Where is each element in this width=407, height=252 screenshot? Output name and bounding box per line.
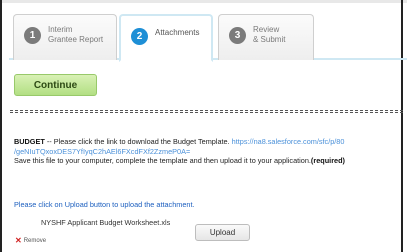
continue-button[interactable]: Continue [14,74,97,96]
tab-label: Interim Grantee Report [48,25,103,45]
tab-label-line2: Grantee Report [48,35,104,44]
remove-icon: ✕ [15,236,22,245]
upload-instruction: Please click on Upload button to upload … [14,200,195,209]
remove-link[interactable]: ✕ Remove [15,236,46,245]
step-3-icon: 3 [229,27,246,44]
step-1-icon: 1 [24,27,41,44]
budget-line-2: /geNIuTQxoxDES7YfIyqC2hAEl6FXcdFXf2ZzmeP… [14,147,403,157]
budget-instructions: BUDGET -- Please click the link to downl… [14,137,403,166]
tab-label-line2: & Submit [253,35,286,44]
tab-label-line1: Review [253,25,280,34]
tab-attachments[interactable]: 2 Attachments [119,14,213,62]
remove-label: Remove [23,237,47,244]
budget-line-1: BUDGET -- Please click the link to downl… [14,137,403,147]
upload-button[interactable]: Upload [195,224,250,241]
tab-label-line1: Interim [48,25,73,34]
budget-instruction-text: -- Please click the link to download the… [44,137,232,146]
budget-line-3: Save this file to your computer, complet… [14,156,403,166]
section-divider [10,110,403,113]
budget-template-link-cont[interactable]: /geNIuTQxoxDES7YfIyqC2hAEl6FXcdFXf2ZzmeP… [14,147,190,156]
wizard-tabbar: 1 Interim Grantee Report 2 Attachments 3… [9,14,407,62]
required-label: (required) [310,156,345,165]
step-2-icon: 2 [131,28,148,45]
tab-label: Attachments [155,26,199,38]
tab-label: Review & Submit [253,25,285,45]
budget-template-link[interactable]: https://na8.salesforce.com/sfc/p/80 [232,137,345,146]
budget-heading: BUDGET [14,137,45,146]
tab-review-submit[interactable]: 3 Review & Submit [218,14,314,60]
attached-file-name: NYSHF Applicant Budget Worksheet.xls [41,218,171,227]
tab-label-line1: Attachments [155,28,200,37]
save-instruction-text: Save this file to your computer, complet… [14,156,311,165]
tab-interim-grantee-report[interactable]: 1 Interim Grantee Report [13,14,117,60]
